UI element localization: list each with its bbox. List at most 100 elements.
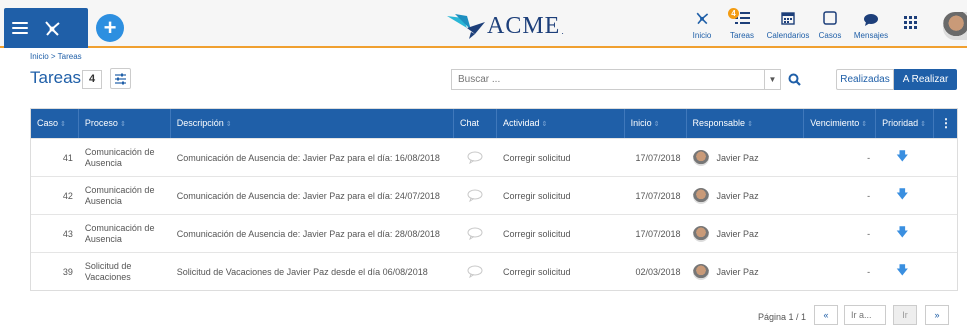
table-row[interactable]: 41 Comunicación de Ausencia Comunicación… xyxy=(31,138,957,176)
search-dropdown-icon[interactable]: ▼ xyxy=(765,69,781,90)
col-vencimiento[interactable]: Vencimiento ⇕ xyxy=(804,109,877,138)
more-vertical-icon: ⋮ xyxy=(939,116,952,130)
add-new-button[interactable]: + xyxy=(96,14,124,42)
avatar xyxy=(692,149,709,166)
cell-vencimiento: - xyxy=(867,190,871,201)
nav-inicio-label: Inicio xyxy=(692,31,712,40)
col-descripcion[interactable]: Descripción ⇕ xyxy=(171,109,455,138)
case-square-icon xyxy=(823,11,837,25)
apps-grid-button[interactable] xyxy=(904,16,920,29)
col-chat-label: Chat xyxy=(460,118,480,128)
user-avatar[interactable] xyxy=(943,12,967,40)
col-vencimiento-label: Vencimiento xyxy=(810,118,860,128)
row-spacer xyxy=(934,139,957,177)
sort-icon: ⇕ xyxy=(225,121,232,128)
cell-descripcion: Solicitud de Vacaciones de Javier Paz de… xyxy=(176,266,428,277)
top-bar: + ACME . Inicio 4 Tareas Calendarios Cas… xyxy=(0,0,967,48)
priority-low-arrow-icon: 🡇 xyxy=(896,187,909,201)
column-options-button[interactable]: ⋮ xyxy=(934,109,957,138)
col-prioridad-label: Prioridad xyxy=(882,118,919,128)
sort-icon: ⇕ xyxy=(119,121,126,128)
cell-inicio: 17/07/2018 xyxy=(635,228,681,239)
table-row[interactable]: 39 Solicitud de Vacaciones Solicitud de … xyxy=(31,252,957,290)
avatar xyxy=(692,225,709,242)
nav-casos[interactable]: Casos xyxy=(817,6,843,40)
col-prioridad[interactable]: Prioridad ⇕ xyxy=(876,109,934,138)
chat-bubble-icon xyxy=(467,189,483,202)
cell-descripcion: Comunicación de Ausencia de: Javier Paz … xyxy=(176,190,440,201)
sort-icon: ⇕ xyxy=(861,121,868,128)
cell-inicio: 17/07/2018 xyxy=(635,152,681,163)
go-button[interactable]: Ir xyxy=(893,305,917,325)
go-to-page-input[interactable] xyxy=(844,305,886,325)
nav-calendarios-label: Calendarios xyxy=(766,31,810,40)
cell-responsable: Javier Paz xyxy=(687,215,805,253)
col-responsable[interactable]: Responsable ⇕ xyxy=(687,109,805,138)
nav-mensajes[interactable]: Mensajes xyxy=(853,10,889,40)
col-responsable-label: Responsable xyxy=(692,118,746,128)
col-caso[interactable]: Caso ⇕ xyxy=(31,109,79,138)
next-page-button[interactable]: » xyxy=(925,305,949,325)
tab-realizadas[interactable]: Realizadas xyxy=(836,69,894,90)
cell-caso: 43 xyxy=(62,228,73,239)
table-row[interactable]: 42 Comunicación de Ausencia Comunicación… xyxy=(31,176,957,214)
breadcrumb[interactable]: Inicio > Tareas xyxy=(30,52,82,61)
filter-settings-button[interactable] xyxy=(110,68,131,89)
table-row[interactable]: 43 Comunicación de Ausencia Comunicación… xyxy=(31,214,957,252)
nav-calendarios[interactable]: Calendarios xyxy=(764,6,812,40)
tab-a-realizar[interactable]: A Realizar xyxy=(894,69,957,90)
priority-low-arrow-icon: 🡇 xyxy=(896,225,909,239)
cell-inicio: 17/07/2018 xyxy=(635,190,681,201)
col-inicio[interactable]: Inicio ⇕ xyxy=(625,109,687,138)
previous-page-button[interactable]: « xyxy=(814,305,838,325)
search-button[interactable] xyxy=(783,68,805,90)
logo-mark: . xyxy=(561,26,564,36)
chat-cell[interactable] xyxy=(454,253,497,291)
cell-caso: 42 xyxy=(62,190,73,201)
priority-low-arrow-icon: 🡇 xyxy=(896,263,909,277)
chat-cell[interactable] xyxy=(454,177,497,215)
cell-proceso: Comunicación de Ausencia xyxy=(84,184,155,206)
cell-actividad: Corregir solicitud xyxy=(502,266,571,277)
acme-logo: ACME . xyxy=(445,11,564,41)
nav-inicio[interactable]: Inicio xyxy=(690,6,714,40)
cell-proceso: Comunicación de Ausencia xyxy=(84,146,155,168)
responsable-name: Javier Paz xyxy=(716,266,759,277)
col-actividad[interactable]: Actividad ⇕ xyxy=(497,109,625,138)
calendar-icon xyxy=(781,12,795,25)
col-proceso[interactable]: Proceso ⇕ xyxy=(79,109,171,138)
cell-prioridad: 🡇 xyxy=(876,177,934,215)
col-proceso-label: Proceso xyxy=(84,118,118,128)
search-icon xyxy=(788,73,801,86)
cell-responsable: Javier Paz xyxy=(687,177,805,215)
priority-low-arrow-icon: 🡇 xyxy=(896,149,909,163)
process-network-icon xyxy=(696,12,709,25)
cell-vencimiento: - xyxy=(867,228,871,239)
cell-proceso: Comunicación de Ausencia xyxy=(84,222,155,244)
chat-cell[interactable] xyxy=(454,139,497,177)
cell-descripcion: Comunicación de Ausencia de: Javier Paz … xyxy=(176,228,440,239)
cell-proceso: Solicitud de Vacaciones xyxy=(84,260,132,282)
responsable-name: Javier Paz xyxy=(716,152,759,163)
cell-actividad: Corregir solicitud xyxy=(502,190,571,201)
cell-inicio: 02/03/2018 xyxy=(635,266,681,277)
nav-tareas[interactable]: 4 Tareas xyxy=(728,6,756,40)
cell-responsable: Javier Paz xyxy=(687,253,805,291)
nav-casos-label: Casos xyxy=(818,31,842,40)
cell-caso: 39 xyxy=(62,266,73,277)
hamburger-menu-icon[interactable] xyxy=(12,22,28,34)
sort-icon: ⇕ xyxy=(60,121,66,128)
search-input[interactable] xyxy=(451,69,765,90)
nav-mensajes-label: Mensajes xyxy=(853,31,889,40)
cell-prioridad: 🡇 xyxy=(876,253,934,291)
cell-vencimiento: - xyxy=(867,152,871,163)
cell-actividad: Corregir solicitud xyxy=(502,152,571,163)
process-network-icon[interactable] xyxy=(42,19,62,37)
hummingbird-logo-icon xyxy=(447,14,485,39)
chat-cell[interactable] xyxy=(454,215,497,253)
logo-text: ACME xyxy=(487,12,561,39)
responsable-name: Javier Paz xyxy=(716,190,759,201)
header-brand-block xyxy=(4,8,88,48)
row-spacer xyxy=(934,253,957,291)
chat-bubble-icon xyxy=(467,265,483,278)
